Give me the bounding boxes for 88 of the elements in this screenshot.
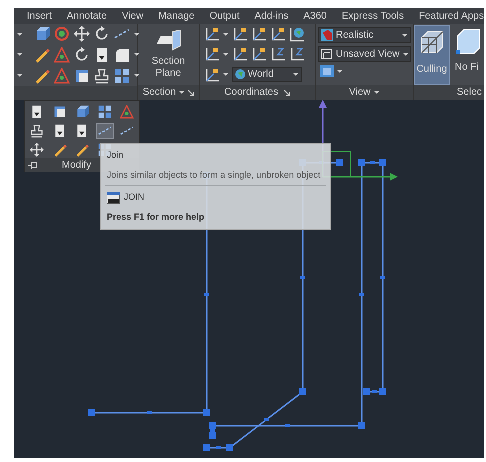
ucs-axes-icon[interactable] [204, 26, 220, 42]
pin-icon[interactable] [28, 162, 38, 168]
globe-icon [235, 69, 246, 80]
caret-icon[interactable] [17, 74, 23, 78]
ucs-axes-icon[interactable] [251, 26, 267, 42]
ucs-axes-icon[interactable] [204, 46, 220, 62]
caret-icon[interactable] [17, 32, 23, 36]
panel-title: View [349, 86, 371, 100]
ucs-axes-icon[interactable] [270, 26, 286, 42]
ribbon-tab[interactable]: Insert [26, 8, 54, 24]
caret-icon[interactable] [337, 70, 343, 72]
square-frame-icon[interactable] [74, 68, 90, 84]
panel-title: Selec [456, 86, 482, 100]
culling-button[interactable]: Culling [414, 25, 450, 85]
tool-button[interactable] [28, 123, 46, 139]
fillet-icon[interactable] [114, 46, 130, 63]
ribbon-tab[interactable]: Annotate [66, 8, 108, 24]
triangle-icon[interactable] [54, 68, 70, 84]
caret-icon[interactable] [134, 53, 140, 56]
triangle-icon [120, 105, 134, 119]
ucs-axes-icon[interactable] [251, 46, 267, 62]
caret-icon [402, 52, 409, 56]
move-arrows-icon [30, 143, 44, 157]
section-plane-button[interactable]: Section Plane [138, 24, 199, 85]
ribbon-tab[interactable]: A360 [302, 8, 328, 24]
tooltip-title: Join [106, 149, 125, 162]
view-dropdown[interactable]: Realistic [318, 27, 411, 43]
dashed-line-icon [120, 124, 134, 138]
caret-icon[interactable] [223, 52, 229, 56]
launcher-arrow-icon[interactable] [188, 90, 194, 96]
circle-arrow-icon[interactable] [74, 46, 90, 63]
document-icon[interactable] [94, 46, 110, 63]
square-frame-icon [52, 105, 67, 119]
command-line-icon [107, 192, 120, 204]
caret-icon[interactable] [134, 32, 140, 36]
dashed-line-icon [98, 124, 112, 138]
ribbon-tab[interactable]: Output [208, 8, 241, 24]
grid-icon [98, 105, 112, 119]
grid-icon[interactable] [114, 68, 130, 84]
caret-icon[interactable] [223, 32, 229, 36]
section-plane-icon [154, 30, 182, 52]
panel-title: Coordinates [224, 86, 278, 100]
launcher-arrow-icon[interactable] [284, 90, 290, 96]
caret-icon [402, 34, 408, 36]
stamp-icon [30, 124, 44, 138]
triangle-icon[interactable] [54, 46, 70, 63]
ribbon-tab[interactable]: Express Tools [341, 8, 406, 24]
caret-icon[interactable] [374, 91, 380, 94]
ribbon-tab[interactable]: View [121, 8, 145, 24]
document-icon [52, 124, 67, 138]
ribbon-tab[interactable]: Manage [158, 8, 196, 24]
wireframe-cube-icon [419, 30, 445, 56]
ribbon-tab[interactable]: Add-ins [254, 8, 290, 24]
document-icon [75, 124, 90, 138]
caret-icon[interactable] [17, 53, 23, 56]
panel-title: Modify [62, 158, 92, 172]
ucs-axes-icon[interactable] [232, 26, 248, 42]
shaded-cube-icon [321, 29, 333, 41]
tooltip-description: Joins similar objects to form a single, unbroken object [106, 168, 322, 182]
cube-icon [75, 105, 90, 119]
tool-button[interactable] [28, 142, 46, 158]
ribbon-tab[interactable]: Featured Apps [418, 8, 484, 24]
pencil-icon[interactable] [34, 46, 50, 63]
panel-title: Section [142, 86, 176, 100]
box-icon [454, 28, 480, 54]
cube-icon[interactable] [34, 26, 50, 42]
caret-icon [293, 73, 299, 76]
document-icon [30, 105, 44, 119]
move-arrows-icon[interactable] [74, 26, 90, 42]
caret-icon[interactable] [134, 74, 140, 78]
caret-icon[interactable] [223, 73, 229, 76]
caret-icon[interactable] [179, 91, 186, 94]
no-filter-button[interactable]: No Fi [450, 24, 484, 85]
view-frame-icon [321, 48, 333, 60]
help-hint: Press F1 for more help [106, 210, 206, 224]
ucs-z-icon[interactable] [270, 46, 286, 62]
stamp-icon[interactable] [94, 68, 110, 84]
circle-arrow-icon[interactable] [94, 26, 110, 42]
globe-icon[interactable] [289, 26, 305, 42]
view-dropdown[interactable]: Unsaved View [318, 46, 411, 62]
pencil-icon [75, 143, 90, 157]
command-name: JOIN [124, 191, 145, 204]
ucs-z-icon[interactable] [289, 46, 305, 62]
ucs-axes-icon[interactable] [232, 46, 248, 62]
pencil-icon[interactable] [34, 68, 50, 84]
ucs-dropdown[interactable]: World [232, 67, 302, 82]
ucs-axes-icon[interactable] [204, 66, 220, 83]
pencil-icon [52, 143, 67, 157]
